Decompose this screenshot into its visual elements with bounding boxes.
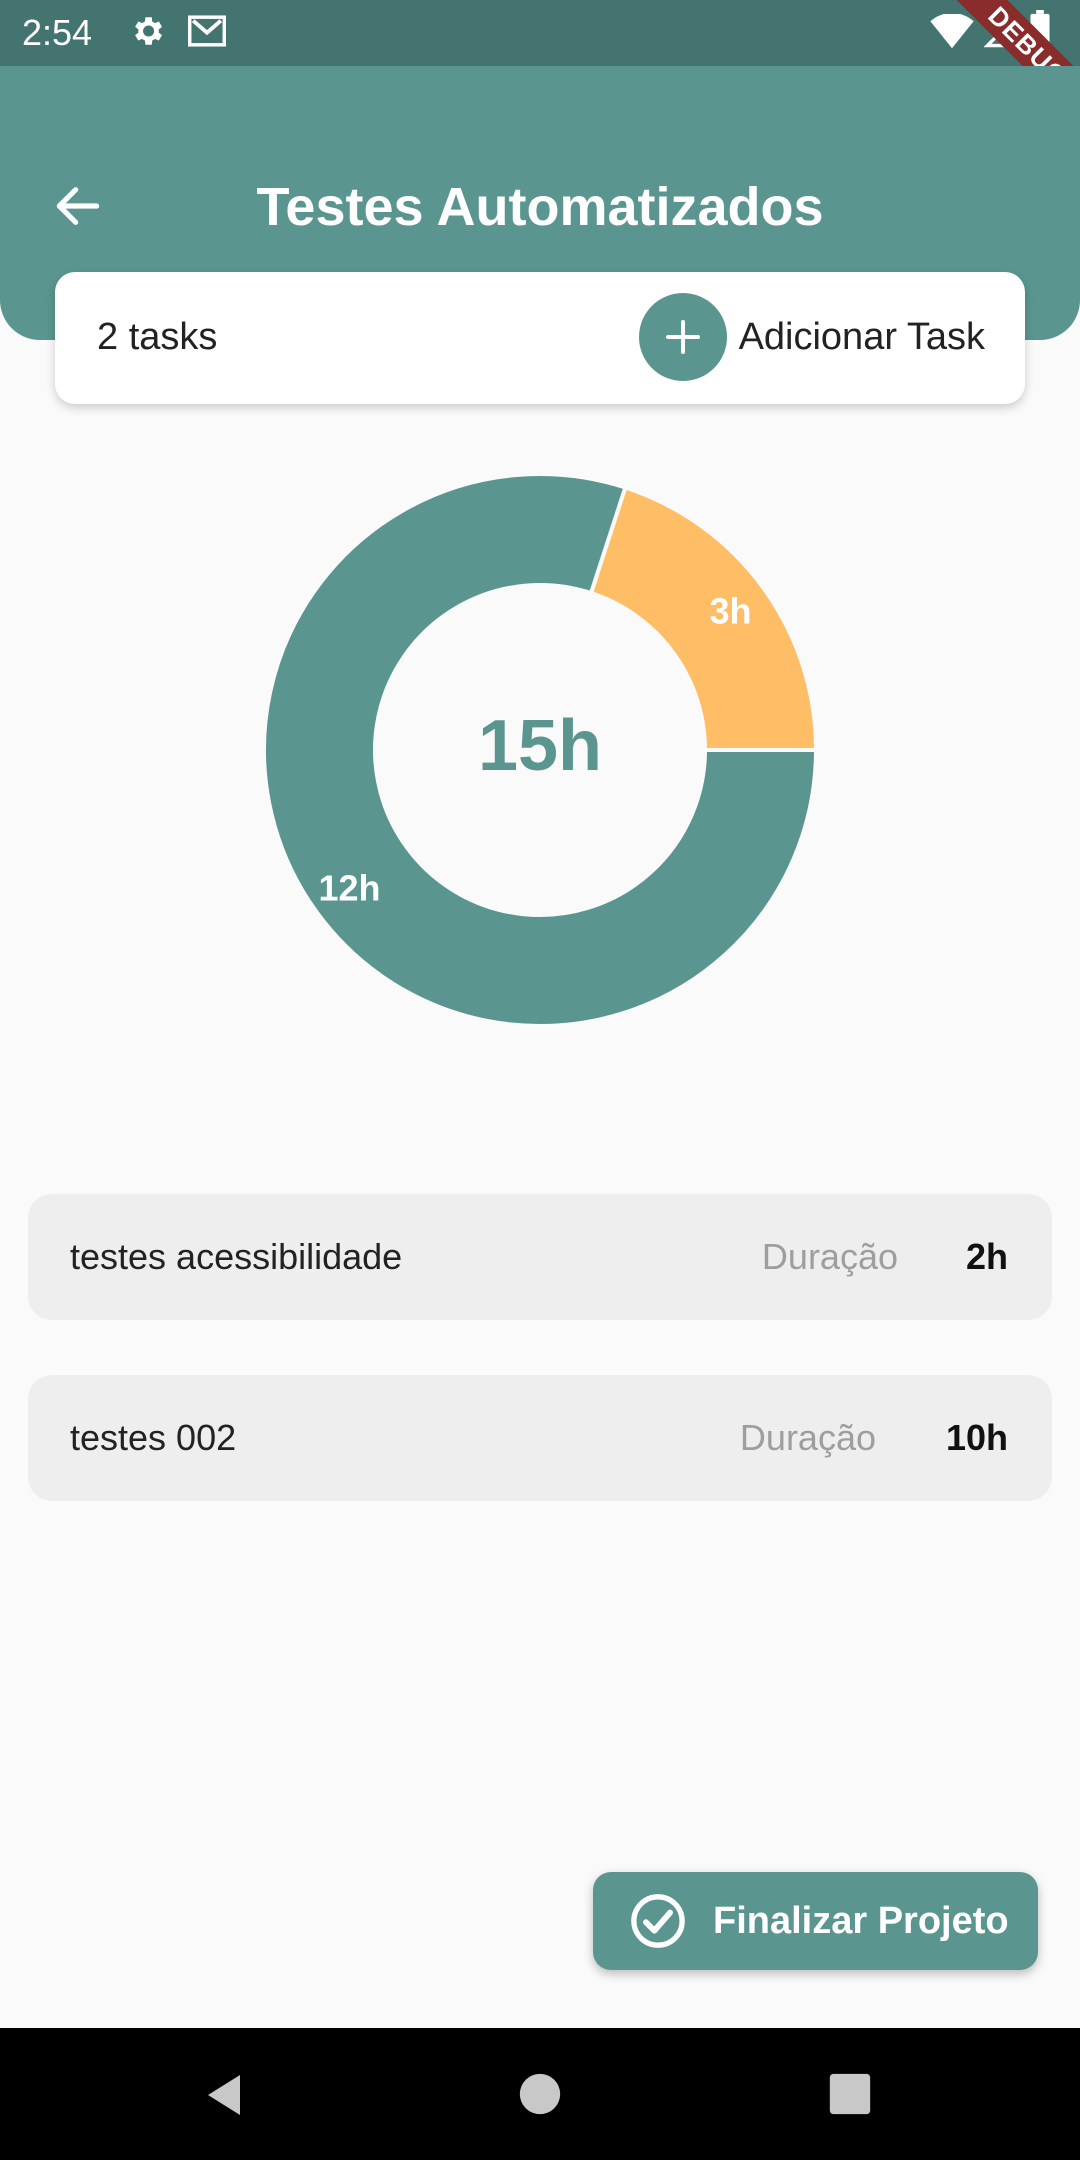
status-time: 2:54 bbox=[22, 12, 93, 53]
wifi-icon bbox=[930, 14, 974, 49]
slice-label: 3h bbox=[710, 591, 752, 632]
slice-label: 12h bbox=[318, 867, 380, 908]
total-hours-label: 15h bbox=[478, 706, 602, 786]
task-name: testes 002 bbox=[70, 1417, 237, 1458]
add-task-button[interactable]: Adicionar Task bbox=[638, 292, 985, 382]
back-nav-icon[interactable] bbox=[200, 2070, 248, 2120]
status-bar: 2:54 bbox=[0, 0, 1080, 66]
home-nav-icon[interactable] bbox=[518, 2072, 562, 2116]
hours-donut-chart: 15h 3h 12h bbox=[262, 472, 819, 1028]
summary-card: 2 tasks Adicionar Task bbox=[55, 272, 1025, 404]
add-task-label[interactable]: Adicionar Task bbox=[739, 316, 985, 359]
check-circle-icon bbox=[631, 1894, 685, 1948]
finish-project-label[interactable]: Finalizar Projeto bbox=[713, 1900, 1009, 1943]
task-row[interactable]: testes acessibilidade Duração 2h bbox=[28, 1194, 1052, 1320]
page-title: Testes Automatizados bbox=[256, 177, 824, 237]
duration-value: 2h bbox=[965, 1236, 1008, 1277]
donut-slice-3h bbox=[588, 484, 819, 752]
system-nav-bar bbox=[0, 2028, 1080, 2160]
gear-icon bbox=[135, 17, 163, 45]
finish-project-button[interactable]: Finalizar Projeto bbox=[593, 1872, 1038, 1970]
plus-icon[interactable] bbox=[638, 293, 727, 381]
gmail-icon bbox=[188, 15, 226, 47]
recents-nav-icon[interactable] bbox=[828, 2072, 872, 2116]
duration-label: Duração bbox=[761, 1236, 898, 1277]
task-row[interactable]: testes 002 Duração 10h bbox=[28, 1375, 1052, 1501]
duration-value: 10h bbox=[945, 1417, 1008, 1458]
duration-label: Duração bbox=[739, 1417, 876, 1458]
task-count: 2 tasks bbox=[97, 316, 218, 358]
task-name: testes acessibilidade bbox=[70, 1236, 403, 1277]
